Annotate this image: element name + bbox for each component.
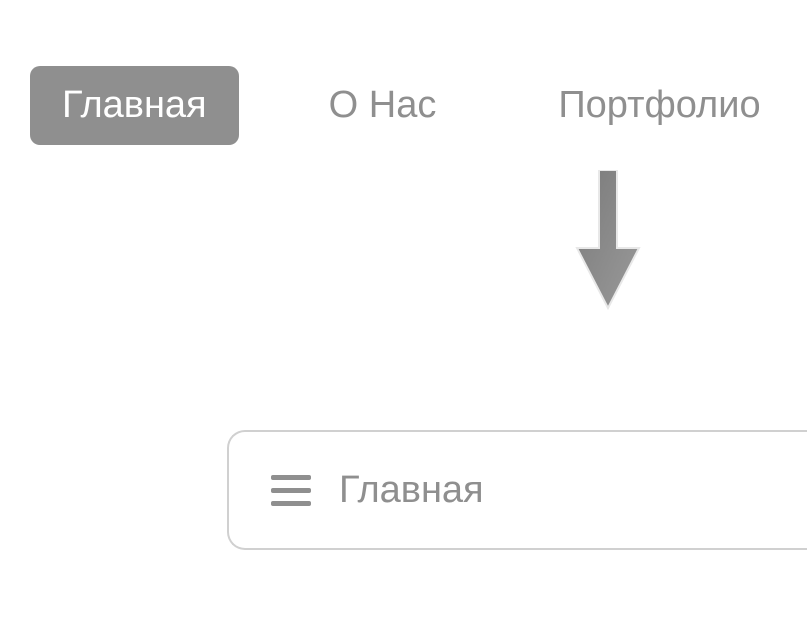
hamburger-line (271, 488, 311, 493)
down-arrow-icon (573, 170, 643, 310)
nav-item-about[interactable]: О Нас (297, 66, 469, 145)
hamburger-menu-icon[interactable] (271, 470, 311, 510)
mobile-nav-current-label: Главная (339, 469, 484, 512)
nav-item-home[interactable]: Главная (30, 66, 239, 145)
top-navigation: Главная О Нас Портфолио (30, 66, 793, 145)
mobile-navigation-bar: Главная (227, 430, 807, 550)
hamburger-line (271, 475, 311, 480)
hamburger-line (271, 501, 311, 506)
nav-item-portfolio[interactable]: Портфолио (526, 66, 792, 145)
